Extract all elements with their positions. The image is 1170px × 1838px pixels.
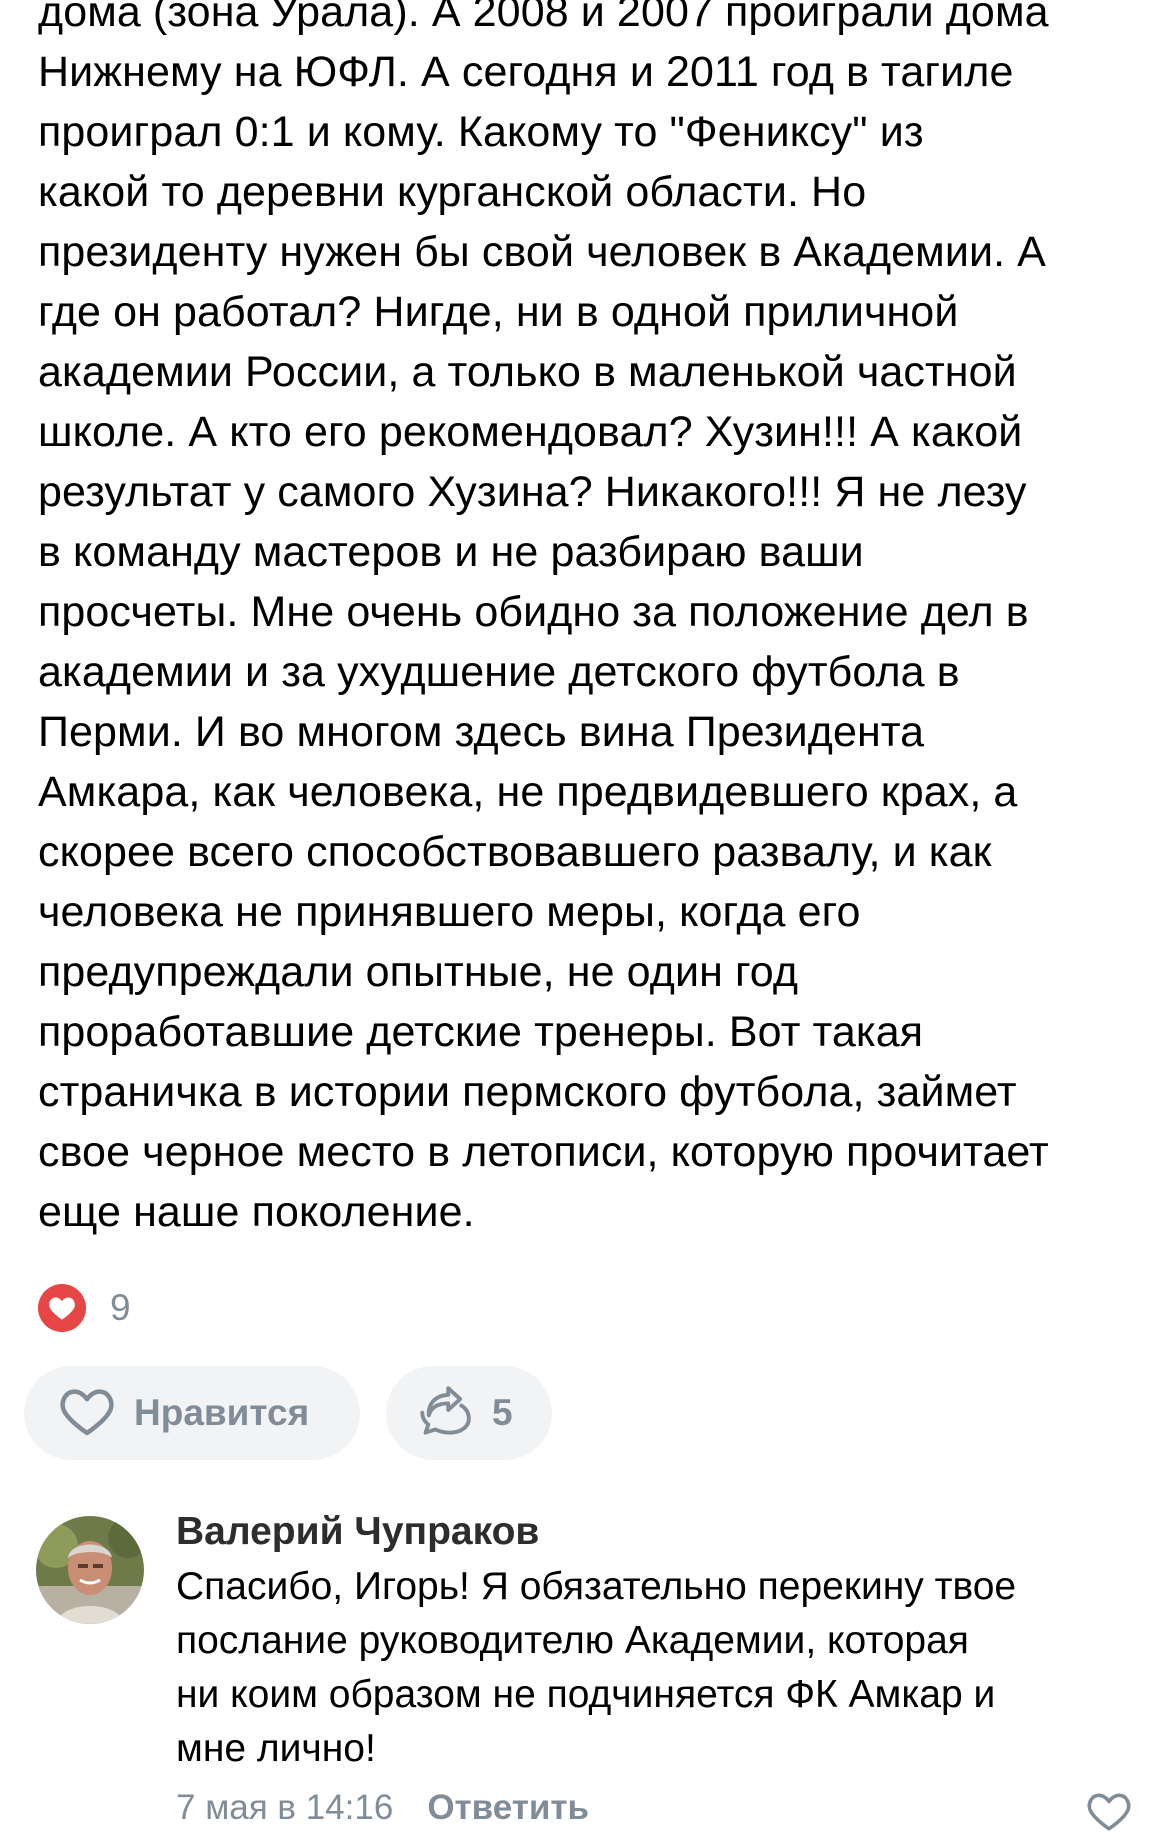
reactions-summary[interactable]: 9 — [38, 1280, 131, 1336]
reply-button[interactable]: Ответить — [427, 1782, 589, 1834]
post-line: Амкара, как человека, не предвидевшего к… — [38, 768, 1018, 816]
post-line: свое черное место в летописи, которую пр… — [38, 1128, 1049, 1176]
share-icon — [416, 1385, 474, 1442]
reactions-count: 9 — [110, 1287, 131, 1328]
post-line: просчеты. Мне очень обидно за положение … — [38, 588, 1029, 636]
comment-line: послание руководителю Академии, которая — [176, 1619, 969, 1662]
avatar[interactable] — [36, 1516, 144, 1624]
comment-body: Валерий Чупраков Спасибо, Игорь! Я обяза… — [176, 1500, 1136, 1834]
comment-like-icon[interactable] — [1086, 1790, 1132, 1837]
post-line: Перми. И во многом здесь вина Президента — [38, 708, 925, 756]
post-line: результат у самого Хузина? Никакого!!! Я… — [38, 468, 1027, 516]
comment-line: ни коим образом не подчиняется ФК Амкар … — [176, 1673, 996, 1716]
post-line: академии России, а только в маленькой ча… — [38, 348, 1017, 396]
share-count: 5 — [492, 1392, 513, 1433]
post-line: в команду мастеров и не разбираю ваши — [38, 528, 864, 576]
post-line: еще наше поколение. — [38, 1188, 475, 1236]
post-line: проиграл 0:1 и кому. Какому то "Фениксу"… — [38, 108, 924, 156]
share-button[interactable]: 5 — [386, 1366, 552, 1460]
post-line: человека не принявшего меры, когда его — [38, 888, 861, 936]
post-line: президенту нужен бы свой человек в Акаде… — [38, 228, 1046, 276]
like-label: Нравится — [134, 1392, 310, 1433]
comment-text: Спасибо, Игорь! Я обязательно перекину т… — [176, 1560, 1136, 1776]
like-button[interactable]: Нравится — [24, 1366, 360, 1460]
heart-icon — [38, 1284, 86, 1332]
comment-line: Спасибо, Игорь! Я обязательно перекину т… — [176, 1565, 1017, 1608]
post-line: дома (зона Урала). А 2008 и 2007 проигра… — [38, 0, 1049, 36]
post-line: академии и за ухудшение детского футбола… — [38, 648, 960, 696]
post-line: Нижнему на ЮФЛ. А сегодня и 2011 год в т… — [38, 48, 1014, 96]
comment-line: мне лично! — [176, 1727, 376, 1770]
post-line: где он работал? Нигде, ни в одной прилич… — [38, 288, 959, 336]
post-line: предупреждали опытные, не один год — [38, 948, 799, 996]
comment-author[interactable]: Валерий Чупраков — [176, 1506, 1136, 1558]
heart-outline-icon — [58, 1385, 116, 1442]
post-line: школе. А кто его рекомендовал? Хузин!!! … — [38, 408, 1023, 456]
comment-meta: 7 мая в 14:16 Ответить — [176, 1782, 1136, 1834]
post-text: дома (зона Урала). А 2008 и 2007 проигра… — [38, 0, 1148, 1242]
comment-date: 7 мая в 14:16 — [176, 1788, 394, 1827]
post-line: какой то деревни курганской области. Но — [38, 168, 867, 216]
post-line: страничка в истории пермского футбола, з… — [38, 1068, 1017, 1116]
post-line: скорее всего способствовавшего развалу, … — [38, 828, 992, 876]
post-line: проработавшие детские тренеры. Вот такая — [38, 1008, 924, 1056]
